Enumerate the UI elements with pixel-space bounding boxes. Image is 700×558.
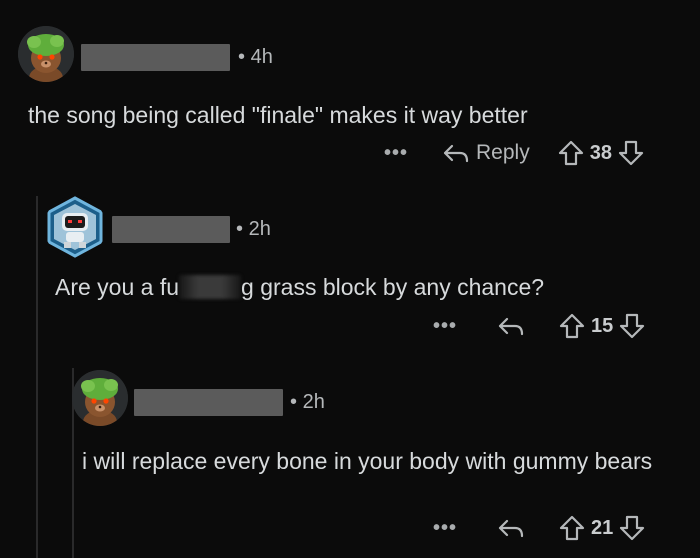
comment-timestamp: • 4h — [238, 46, 273, 69]
comment-text-start: Are you a fu — [55, 274, 180, 300]
reply-label: Reply — [476, 141, 530, 164]
upvote-button[interactable] — [559, 515, 585, 541]
more-options-button[interactable]: ••• — [433, 517, 457, 540]
redacted-username — [112, 216, 230, 243]
downvote-arrow-icon — [620, 313, 645, 339]
censored-word-blur — [179, 275, 242, 299]
comment-actions: ••• 15 — [433, 311, 645, 341]
reply-arrow-icon — [443, 144, 469, 163]
reply-button[interactable] — [497, 517, 525, 539]
comment-text-end: g grass block by any chance? — [241, 274, 545, 300]
comment-timestamp: • 2h — [236, 218, 271, 241]
vote-count: 38 — [589, 141, 612, 164]
comment-body: the song being called "finale" makes it … — [28, 102, 528, 128]
upvote-button[interactable] — [559, 313, 585, 339]
separator-dot: • — [290, 391, 298, 413]
avatar[interactable] — [44, 196, 106, 258]
reply-arrow-icon — [498, 519, 524, 538]
comment-timestamp: • 2h — [290, 391, 325, 414]
time-label: 4h — [250, 46, 273, 68]
snoo-bear-avatar-icon — [72, 370, 128, 426]
downvote-button[interactable] — [619, 515, 645, 541]
downvote-button[interactable] — [618, 140, 644, 166]
downvote-button[interactable] — [619, 313, 645, 339]
time-label: 2h — [248, 218, 271, 240]
reply-arrow-icon — [498, 317, 524, 336]
avatar[interactable] — [18, 26, 74, 82]
vote-count: 21 — [591, 516, 614, 539]
robot-avatar-icon — [47, 196, 103, 258]
comment-body: i will replace every bone in your body w… — [82, 448, 653, 474]
redacted-username — [81, 44, 230, 71]
comment-actions: ••• Reply 38 — [384, 138, 644, 168]
vote-count: 15 — [591, 314, 614, 337]
downvote-arrow-icon — [618, 140, 644, 166]
upvote-arrow-icon — [558, 140, 583, 166]
upvote-arrow-icon — [559, 313, 585, 339]
snoo-bear-avatar-icon — [18, 26, 74, 82]
thread-line-level-1 — [36, 196, 38, 558]
more-options-button[interactable]: ••• — [433, 315, 457, 338]
avatar[interactable] — [72, 370, 128, 426]
upvote-arrow-icon — [559, 515, 585, 541]
upvote-button[interactable] — [558, 140, 584, 166]
reply-button[interactable]: Reply — [442, 141, 530, 165]
comment-actions: ••• 21 — [433, 513, 645, 543]
reply-button[interactable] — [497, 315, 525, 337]
separator-dot: • — [236, 218, 244, 240]
time-label: 2h — [302, 391, 325, 413]
more-options-button[interactable]: ••• — [384, 142, 408, 165]
redacted-username — [134, 389, 283, 416]
comment-body: Are you a fu g grass block by any chance? — [55, 272, 675, 302]
separator-dot: • — [238, 46, 246, 68]
downvote-arrow-icon — [620, 515, 645, 541]
